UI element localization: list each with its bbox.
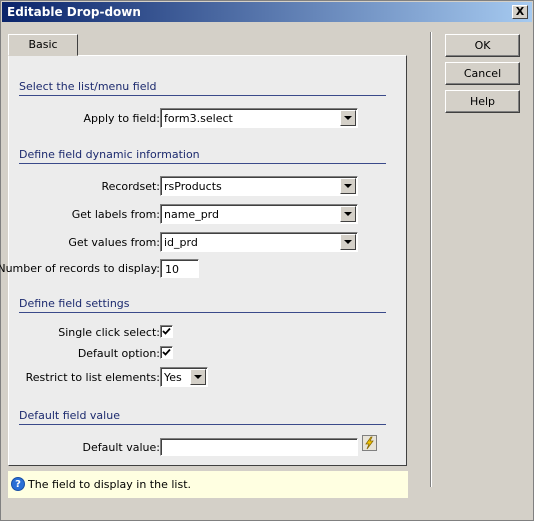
- help-bar: ? The field to display in the list.: [8, 471, 408, 498]
- num-records-value: 10: [165, 263, 179, 276]
- labels-from-label: Get labels from:: [71, 208, 160, 221]
- dropdown-arrow-icon[interactable]: [340, 110, 356, 126]
- restrict-select[interactable]: Yes: [160, 367, 208, 387]
- tab-basic[interactable]: Basic: [8, 34, 78, 56]
- dropdown-arrow-icon[interactable]: [190, 369, 206, 385]
- single-click-checkbox[interactable]: [160, 325, 173, 338]
- apply-to-value: form3.select: [164, 112, 233, 125]
- apply-to-select[interactable]: form3.select: [160, 108, 358, 128]
- ok-button[interactable]: OK: [445, 34, 520, 57]
- single-click-label: Single click select:: [58, 326, 160, 339]
- cancel-button[interactable]: Cancel: [445, 62, 520, 85]
- num-records-label: Number of records to display:: [0, 262, 160, 275]
- apply-to-label: Apply to field:: [83, 112, 160, 125]
- restrict-value: Yes: [164, 371, 182, 384]
- default-value-input[interactable]: [160, 438, 358, 456]
- section-select-list: Select the list/menu field: [19, 80, 386, 96]
- default-option-label: Default option:: [77, 347, 160, 360]
- dynamic-data-button[interactable]: [362, 435, 377, 451]
- lightning-bolt-icon: [365, 436, 374, 450]
- check-icon: [162, 348, 171, 356]
- help-text: The field to display in the list.: [28, 478, 192, 491]
- dropdown-arrow-icon[interactable]: [340, 206, 356, 222]
- recordset-value: rsProducts: [164, 180, 222, 193]
- help-icon: ?: [11, 477, 25, 491]
- check-icon: [162, 327, 171, 335]
- recordset-label: Recordset:: [101, 180, 160, 193]
- default-option-checkbox[interactable]: [160, 346, 173, 359]
- section-default-value: Default field value: [19, 409, 386, 425]
- values-from-select[interactable]: id_prd: [160, 232, 358, 252]
- num-records-input[interactable]: 10: [160, 259, 199, 278]
- section-field-settings: Define field settings: [19, 297, 386, 313]
- dialog-window: Editable Drop-down X Basic Select the li…: [0, 0, 534, 521]
- labels-from-select[interactable]: name_prd: [160, 204, 358, 224]
- dropdown-arrow-icon[interactable]: [340, 178, 356, 194]
- restrict-label: Restrict to list elements:: [25, 371, 160, 384]
- window-title: Editable Drop-down: [7, 5, 141, 19]
- vertical-separator: [430, 32, 432, 487]
- help-button[interactable]: Help: [445, 90, 520, 113]
- default-value-label: Default value:: [82, 441, 160, 454]
- labels-from-value: name_prd: [164, 208, 219, 221]
- basic-panel: Select the list/menu field Apply to fiel…: [0, 55, 407, 466]
- recordset-select[interactable]: rsProducts: [160, 176, 358, 196]
- values-from-value: id_prd: [164, 236, 198, 249]
- close-button[interactable]: X: [512, 5, 528, 19]
- dropdown-arrow-icon[interactable]: [340, 234, 356, 250]
- values-from-label: Get values from:: [68, 236, 160, 249]
- section-dynamic-info: Define field dynamic information: [19, 148, 386, 164]
- title-bar[interactable]: Editable Drop-down X: [2, 2, 532, 22]
